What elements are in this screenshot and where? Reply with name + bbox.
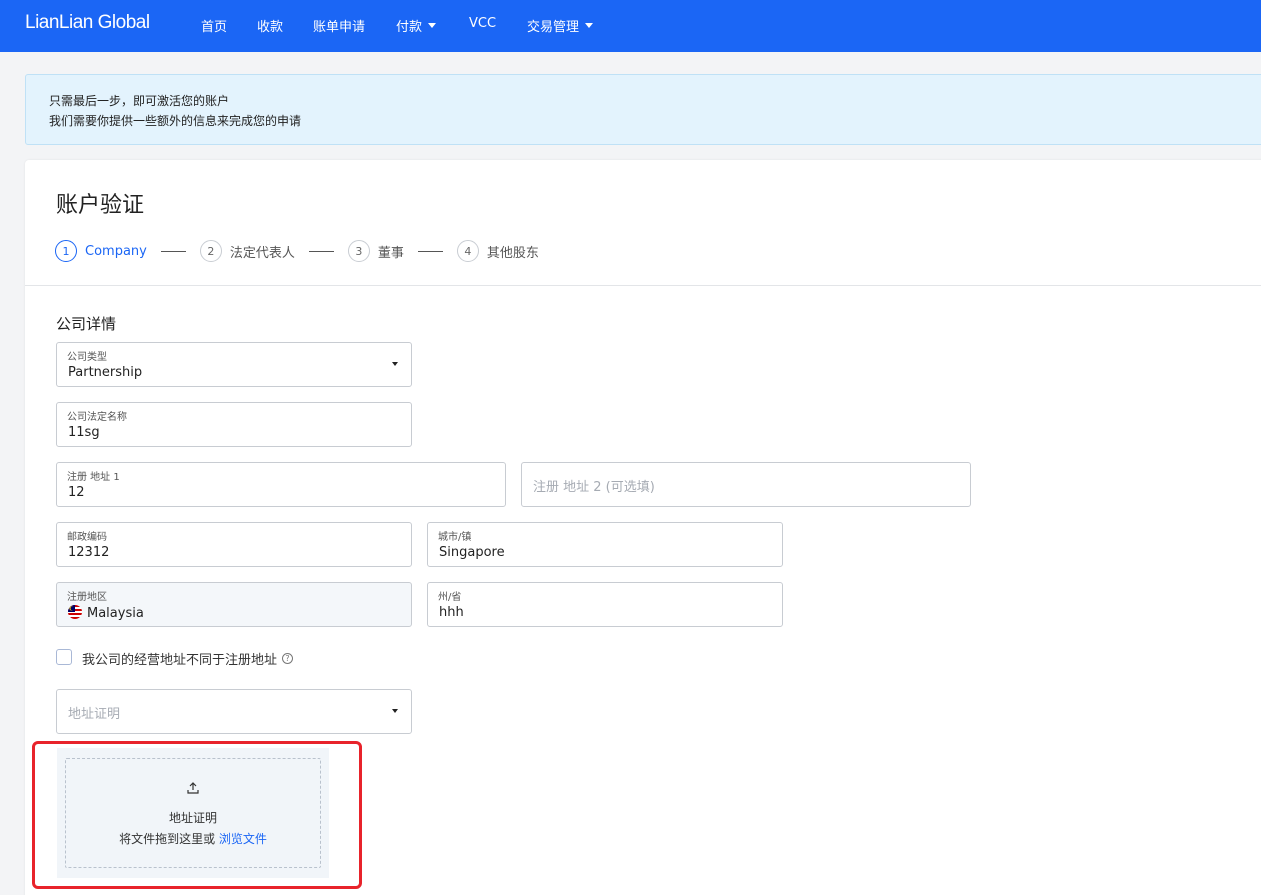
nav-item-label: 交易管理: [527, 20, 580, 35]
step-label: Company: [85, 243, 147, 259]
field-label: 州/省: [438, 592, 462, 603]
nav-item-label: 首页: [201, 20, 228, 35]
field-value: 12: [68, 485, 85, 500]
city-field[interactable]: 城市/镇 Singapore: [427, 522, 783, 567]
upload-icon: [187, 782, 199, 794]
different-address-label[interactable]: 我公司的经营地址不同于注册地址 ?: [82, 649, 294, 668]
step-number: 2: [199, 240, 222, 262]
step-connector: [308, 250, 334, 252]
nav-item-payment[interactable]: 付款: [396, 16, 437, 35]
address-line-1-field[interactable]: 注册 地址 1 12: [56, 462, 506, 507]
registered-region-field: 注册地区 Malaysia: [56, 582, 412, 627]
step-number: 3: [347, 240, 370, 262]
state-province-field[interactable]: 州/省 hhh: [427, 582, 783, 627]
field-placeholder: 注册 地址 2 (可选填): [533, 480, 655, 495]
upload-hint: 将文件拖到这里或 浏览文件: [66, 830, 320, 847]
step-legal-representative[interactable]: 2 法定代表人: [199, 240, 295, 262]
field-label: 公司类型: [67, 352, 107, 363]
top-navigation-bar: LianLian Global 首页 收款 账单申请 付款 VCC 交易管理: [0, 0, 1261, 52]
legal-name-field[interactable]: 公司法定名称 11sg: [56, 402, 412, 447]
nav-item-transaction-management[interactable]: 交易管理: [527, 16, 594, 35]
upload-hint-text: 将文件拖到这里或: [119, 832, 216, 846]
nav-item-receive[interactable]: 收款: [257, 16, 283, 35]
nav-item-home[interactable]: 首页: [201, 16, 227, 35]
chevron-down-icon: [428, 23, 437, 28]
nav-item-vcc[interactable]: VCC: [469, 16, 496, 31]
field-label: 注册 地址 1: [67, 472, 120, 483]
chevron-down-icon: [392, 709, 398, 713]
upload-title: 地址证明: [168, 811, 217, 825]
step-label: 董事: [377, 245, 404, 261]
step-number: 1: [55, 240, 77, 262]
step-connector: [417, 250, 443, 252]
field-placeholder: 地址证明: [68, 707, 121, 722]
different-address-checkbox[interactable]: [56, 649, 72, 665]
lianlian-logo[interactable]: LianLian Global: [25, 12, 150, 34]
field-value: hhh: [439, 605, 464, 620]
activation-notice: 只需最后一步，即可激活您的账户 我们需要你提供一些额外的信息来完成您的申请: [25, 74, 1261, 145]
nav-item-bill-application[interactable]: 账单申请: [313, 16, 365, 35]
field-value: Partnership: [68, 365, 143, 380]
nav-item-label: VCC: [469, 16, 497, 31]
step-connector: [160, 250, 186, 252]
region-value: Malaysia: [87, 606, 144, 621]
field-label: 公司法定名称: [67, 412, 127, 423]
field-label: 城市/镇: [438, 532, 472, 543]
step-number: 4: [456, 240, 479, 262]
malaysia-flag-icon: [68, 605, 82, 619]
step-company[interactable]: 1 Company: [55, 240, 147, 262]
page-title: 账户验证: [56, 193, 145, 218]
address-proof-select[interactable]: 地址证明: [56, 689, 412, 734]
verification-card: 账户验证 1 Company 2 法定代表人 3 董事 4 其他股东 公司详情 …: [25, 160, 1261, 895]
postal-code-field[interactable]: 邮政编码 12312: [56, 522, 412, 567]
step-label: 法定代表人: [229, 245, 295, 261]
field-label: 邮政编码: [67, 532, 107, 543]
notice-line-1: 只需最后一步，即可激活您的账户: [49, 94, 230, 108]
address-proof-upload-area[interactable]: 地址证明 将文件拖到这里或 浏览文件: [57, 748, 329, 878]
browse-files-link[interactable]: 浏览文件: [219, 832, 267, 846]
address-line-2-field[interactable]: 注册 地址 2 (可选填): [521, 462, 971, 507]
chevron-down-icon: [392, 362, 398, 366]
field-label: 注册地区: [67, 592, 107, 603]
notice-line-2: 我们需要你提供一些额外的信息来完成您的申请: [49, 114, 302, 128]
help-icon[interactable]: ?: [282, 653, 294, 664]
field-value: Singapore: [439, 545, 505, 560]
field-value: 11sg: [68, 425, 100, 440]
section-title: 公司详情: [56, 315, 117, 333]
step-other-shareholders[interactable]: 4 其他股东: [456, 240, 539, 262]
step-directors[interactable]: 3 董事: [347, 240, 404, 262]
nav-item-label: 收款: [257, 20, 284, 35]
nav-item-label: 账单申请: [313, 20, 366, 35]
file-drop-zone[interactable]: 地址证明 将文件拖到这里或 浏览文件: [65, 758, 321, 868]
checkbox-label-text: 我公司的经营地址不同于注册地址: [82, 653, 278, 668]
progress-stepper: 1 Company 2 法定代表人 3 董事 4 其他股东: [55, 239, 539, 263]
section-divider: [25, 285, 1261, 286]
step-label: 其他股东: [486, 245, 539, 261]
field-value: Malaysia: [68, 605, 144, 621]
field-value: 12312: [68, 545, 110, 560]
nav-item-label: 付款: [396, 20, 423, 35]
chevron-down-icon: [585, 23, 594, 28]
company-type-select[interactable]: 公司类型 Partnership: [56, 342, 412, 387]
